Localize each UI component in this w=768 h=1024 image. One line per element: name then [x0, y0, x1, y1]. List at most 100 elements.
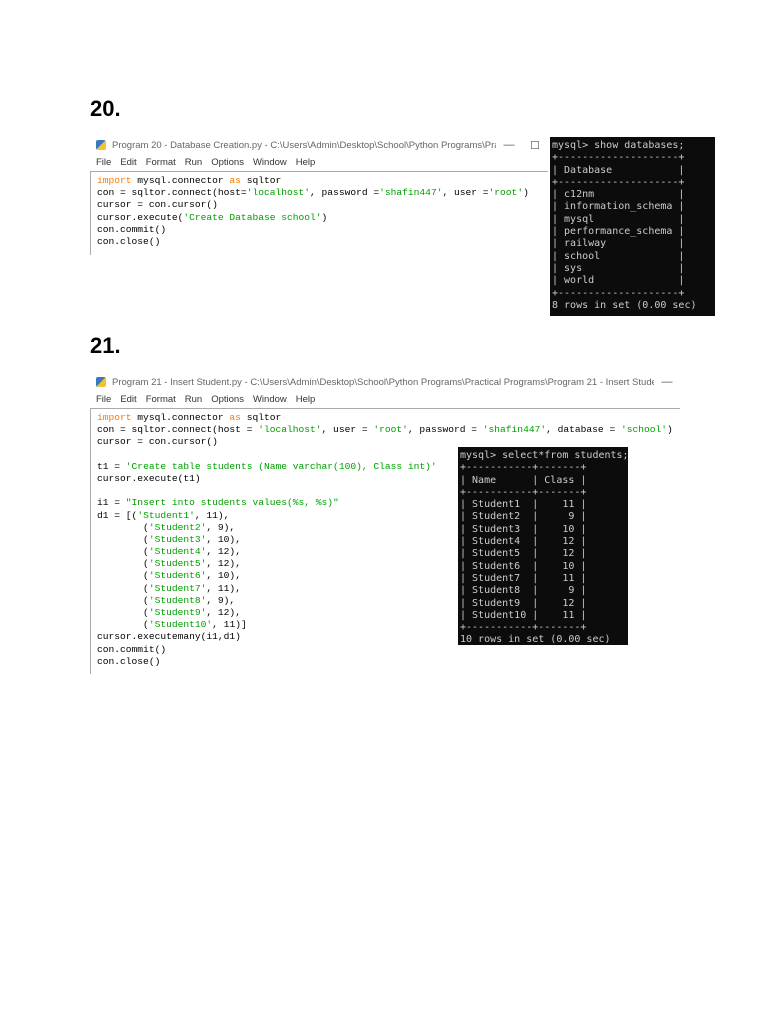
terminal-line: | Student7 | 11 |: [460, 572, 587, 584]
code-text: , password =: [310, 187, 380, 199]
menu-item-format[interactable]: Format: [146, 394, 176, 405]
code-text: (: [97, 570, 149, 582]
code-text: ): [523, 187, 529, 199]
menu-item-help[interactable]: Help: [296, 394, 316, 405]
terminal-line: +-----------+-------+: [460, 622, 587, 634]
document-page: 20. Program 20 - Database Creation.py - …: [0, 0, 768, 1024]
code-string: 'Student3': [148, 533, 207, 545]
window-title: Program 20 - Database Creation.py - C:\U…: [112, 139, 496, 151]
code-string: 'Student5': [148, 558, 207, 570]
code-text: (: [97, 558, 149, 570]
code-string: 'root': [488, 187, 524, 199]
terminal-line: +-----------+-------+: [460, 486, 587, 498]
code-text: ): [321, 211, 328, 223]
code-text: , 12),: [206, 546, 241, 558]
menu-item-run[interactable]: Run: [185, 394, 202, 405]
idle-editor-window-20: Program 20 - Database Creation.py - C:\U…: [90, 136, 548, 256]
maximize-button[interactable]: ☐: [522, 139, 548, 152]
terminal-line: | world |: [552, 275, 685, 287]
terminal-line: | mysql |: [552, 213, 685, 225]
terminal-line: | school |: [552, 250, 685, 262]
question-number-20: 20.: [90, 96, 121, 121]
menu-bar: File Edit Format Run Options Window Help: [90, 154, 548, 171]
code-text: cursor = con.cursor(): [97, 199, 218, 211]
code-text: (: [97, 619, 149, 631]
mysql-terminal-show-databases: mysql> show databases; +-----------------…: [550, 137, 715, 316]
code-text: , 11),: [206, 582, 241, 594]
terminal-line: | Student2 | 9 |: [460, 511, 587, 523]
code-keyword: as: [229, 175, 241, 186]
code-text: cursor.execute(: [97, 211, 184, 223]
code-string: 'shafin447': [482, 424, 547, 436]
code-text: (: [97, 521, 149, 533]
terminal-line: 10 rows in set (0.00 sec): [460, 634, 611, 645]
menu-item-window[interactable]: Window: [253, 394, 287, 405]
terminal-line: mysql> show databases;: [552, 140, 685, 151]
code-text: con.close(): [97, 655, 161, 667]
menu-item-options[interactable]: Options: [211, 394, 244, 405]
code-line: import mysql.connector as sqltor: [97, 412, 680, 424]
code-text: i1 =: [97, 497, 126, 509]
code-text: , 12),: [206, 607, 241, 618]
menu-item-file[interactable]: File: [96, 157, 111, 168]
terminal-line: | Name | Class |: [460, 474, 587, 486]
code-string: 'school': [620, 424, 668, 436]
menu-item-format[interactable]: Format: [146, 157, 176, 168]
code-text: cursor = con.cursor(): [97, 436, 218, 448]
code-text: cursor.execute(t1): [97, 472, 201, 484]
code-text: (: [97, 546, 149, 558]
code-line: con.commit(): [97, 224, 548, 236]
window-titlebar: Program 20 - Database Creation.py - C:\U…: [90, 136, 548, 154]
code-string: 'Student10': [148, 619, 213, 631]
terminal-line: | Student8 | 9 |: [460, 585, 587, 597]
code-string: 'Student6': [148, 570, 207, 582]
minimize-button[interactable]: —: [654, 376, 680, 388]
code-string: 'Student1': [137, 509, 195, 521]
code-text: , 11),: [194, 509, 230, 521]
menu-item-window[interactable]: Window: [253, 157, 287, 168]
terminal-line: +--------------------+: [552, 176, 685, 188]
code-text: con.commit(): [97, 223, 167, 235]
terminal-line: +-----------+-------+: [460, 462, 587, 474]
terminal-line: | railway |: [552, 238, 685, 250]
code-string: 'Create Database school': [183, 211, 322, 223]
code-text: t1 =: [97, 460, 126, 472]
window-titlebar: Program 21 - Insert Student.py - C:\User…: [90, 373, 680, 391]
code-editor[interactable]: import mysql.connector as sqltor con = sq…: [90, 171, 548, 255]
menu-item-edit[interactable]: Edit: [120, 394, 136, 405]
code-text: , 9),: [206, 594, 236, 606]
python-file-icon: [96, 377, 106, 387]
code-text: , user =: [442, 187, 489, 199]
terminal-line: | sys |: [552, 262, 685, 274]
code-text: , 11)]: [212, 619, 247, 631]
code-text: sqltor: [240, 412, 282, 423]
terminal-line: | performance_schema |: [552, 226, 685, 238]
code-text: , password =: [407, 424, 483, 436]
menu-item-help[interactable]: Help: [296, 157, 316, 168]
menu-item-edit[interactable]: Edit: [120, 157, 136, 168]
terminal-line: | information_schema |: [552, 201, 685, 213]
code-text: (: [97, 594, 149, 606]
terminal-line: | Student9 | 12 |: [460, 597, 587, 609]
code-text: , user =: [321, 424, 374, 436]
terminal-line: +--------------------+: [552, 152, 685, 164]
code-string: "Insert into students values(%s, %s)": [125, 497, 339, 509]
menu-item-run[interactable]: Run: [185, 157, 202, 168]
code-text: (: [97, 607, 149, 618]
code-text: , 10),: [206, 570, 241, 582]
code-keyword: as: [229, 412, 241, 423]
code-text: cursor.executemany(i1,d1): [97, 631, 241, 643]
terminal-line: mysql> select*from students;: [460, 450, 628, 461]
terminal-line: | Student3 | 10 |: [460, 523, 587, 535]
terminal-line: | Database |: [552, 164, 685, 176]
terminal-line: | c12nm |: [552, 189, 685, 201]
menu-bar: File Edit Format Run Options Window Help: [90, 391, 680, 408]
minimize-button[interactable]: —: [496, 139, 522, 151]
code-text: con.close(): [97, 235, 161, 247]
code-text: (: [97, 533, 149, 545]
code-string: 'Student9': [148, 607, 207, 618]
menu-item-file[interactable]: File: [96, 394, 111, 405]
code-text: d1 = [(: [97, 509, 138, 521]
window-title: Program 21 - Insert Student.py - C:\User…: [112, 376, 654, 388]
menu-item-options[interactable]: Options: [211, 157, 244, 168]
